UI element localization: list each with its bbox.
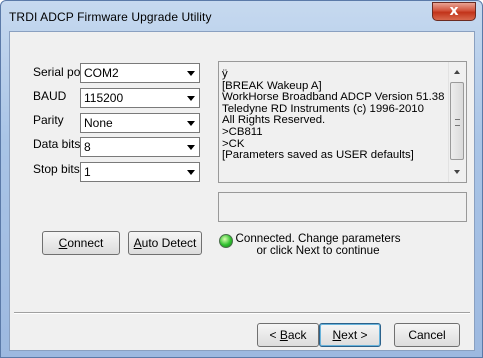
scroll-thumb[interactable]	[450, 82, 464, 160]
stop-bits-value: 1	[84, 165, 91, 179]
log-line: >CB811	[222, 125, 263, 138]
stop-bits-select[interactable]: 1	[80, 162, 200, 182]
app-window: TRDI ADCP Firmware Upgrade Utility x Ser…	[0, 0, 483, 358]
parity-label: Parity	[33, 113, 64, 127]
log-line: WorkHorse Broadband ADCP Version 51.38	[222, 91, 445, 104]
data-bits-value: 8	[84, 140, 91, 154]
baud-label: BAUD	[33, 89, 67, 103]
cancel-button[interactable]: Cancel	[394, 323, 460, 347]
auto-detect-label: uto Detect	[141, 236, 197, 250]
terminal-log[interactable]: ÿ [BREAK Wakeup A] WorkHorse Broadband A…	[218, 61, 467, 183]
parity-select[interactable]: None	[80, 113, 200, 133]
back-button[interactable]: < Back	[257, 323, 319, 347]
connect-button[interactable]: Connect	[42, 231, 120, 255]
command-box[interactable]	[218, 192, 467, 222]
auto-detect-button[interactable]: Auto Detect	[128, 231, 202, 255]
baud-value: 115200	[84, 91, 124, 105]
chevron-down-icon[interactable]	[182, 64, 199, 82]
status-led-icon	[219, 234, 233, 248]
auto-detect-mnemonic: A	[133, 236, 142, 250]
next-button[interactable]: Next >	[319, 323, 381, 347]
scroll-up-icon[interactable]	[454, 70, 460, 74]
dialog-body: Serial port COM2 BAUD 115200 Parity None…	[9, 31, 475, 351]
connection-status: Connected. Change parameters or click Ne…	[234, 233, 402, 257]
status-line-2: or click Next to continue	[256, 244, 380, 257]
baud-select[interactable]: 115200	[80, 88, 200, 108]
back-prefix: <	[269, 328, 280, 342]
next-label: ext >	[341, 328, 368, 342]
log-text: ÿ [BREAK Wakeup A] WorkHorse Broadband A…	[222, 68, 450, 162]
close-button[interactable]: x	[432, 2, 476, 21]
log-line: Teledyne RD Instruments (c) 1996-2010	[222, 102, 424, 115]
log-line: >CK	[222, 137, 245, 150]
divider	[14, 312, 470, 314]
window-title: TRDI ADCP Firmware Upgrade Utility	[9, 10, 212, 24]
grip-icon	[455, 119, 460, 126]
chevron-down-icon[interactable]	[182, 89, 199, 107]
back-mnemonic: B	[279, 328, 288, 342]
log-line: [BREAK Wakeup A]	[222, 79, 322, 92]
stop-bits-label: Stop bits	[33, 162, 80, 176]
log-line: ÿ	[222, 68, 228, 80]
chevron-down-icon[interactable]	[182, 163, 199, 181]
serial-port-select[interactable]: COM2	[80, 63, 200, 83]
log-scrollbar[interactable]	[448, 62, 466, 182]
connect-label: onnect	[67, 236, 104, 250]
scroll-down-icon[interactable]	[454, 170, 460, 174]
data-bits-select[interactable]: 8	[80, 137, 200, 157]
serial-port-value: COM2	[84, 66, 119, 80]
parity-value: None	[84, 116, 113, 130]
back-label: ack	[287, 328, 307, 342]
log-line: [Parameters saved as USER defaults]	[222, 149, 414, 162]
title-bar[interactable]: TRDI ADCP Firmware Upgrade Utility x	[1, 1, 482, 31]
connect-mnemonic: C	[58, 236, 68, 250]
chevron-down-icon[interactable]	[182, 114, 199, 132]
data-bits-label: Data bits	[33, 137, 81, 151]
next-mnemonic: N	[332, 328, 342, 342]
log-line: All Rights Reserved.	[222, 114, 326, 127]
close-icon: x	[449, 3, 459, 19]
chevron-down-icon[interactable]	[182, 138, 199, 156]
